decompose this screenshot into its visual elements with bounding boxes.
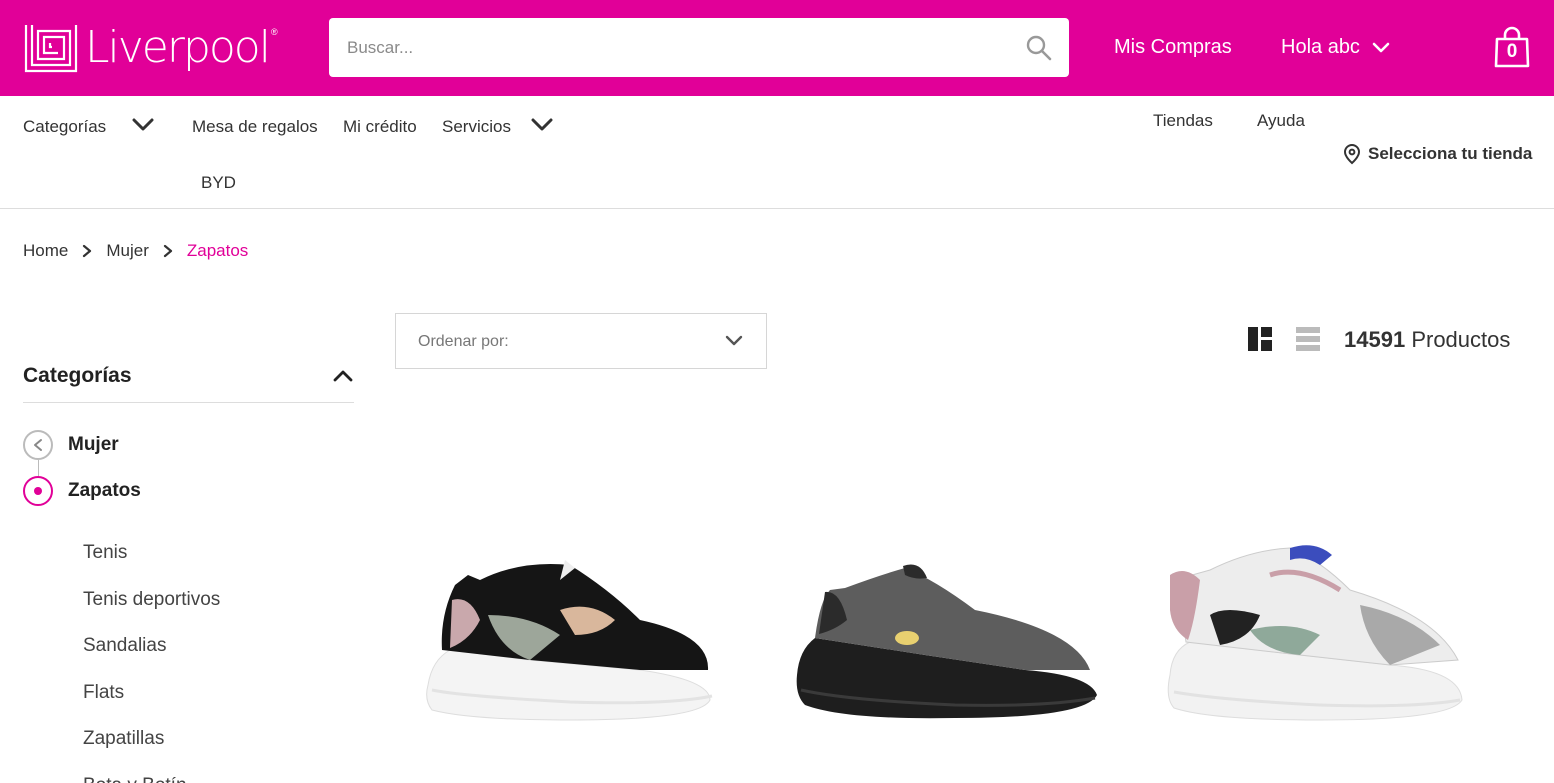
- breadcrumb-mujer[interactable]: Mujer: [106, 241, 149, 261]
- sidebar-item-zapatillas[interactable]: Zapatillas: [83, 726, 220, 773]
- product-count: 14591 Productos: [1344, 327, 1510, 353]
- nav-byd[interactable]: BYD: [201, 173, 236, 193]
- product-card-1[interactable]: [410, 520, 750, 760]
- product-image-sneaker: [426, 560, 713, 721]
- sidebar-item-flats[interactable]: Flats: [83, 680, 220, 727]
- chevron-right-icon: [82, 244, 92, 258]
- top-header: Liverpool ® Mis Compras Hola abc 0: [0, 0, 1554, 96]
- shopping-bag-button[interactable]: 0: [1494, 26, 1530, 70]
- logo-text: Liverpool: [85, 22, 271, 73]
- selected-radio-icon: [23, 476, 53, 506]
- sidebar-current-zapatos: Zapatos: [23, 476, 141, 506]
- chevron-down-icon: [725, 335, 743, 346]
- logo-registered-mark: ®: [270, 27, 278, 37]
- nav-servicios[interactable]: Servicios: [442, 117, 554, 137]
- search-input[interactable]: [329, 18, 1019, 77]
- sidebar-item-sandalias[interactable]: Sandalias: [83, 633, 220, 680]
- list-view-icon[interactable]: [1296, 327, 1320, 351]
- chevron-up-icon[interactable]: [331, 366, 355, 384]
- tree-connector: [38, 460, 39, 476]
- main-nav: Categorías Mesa de regalos Mi crédito Se…: [0, 96, 1554, 209]
- sidebar-current-label: Zapatos: [68, 480, 141, 501]
- breadcrumb: Home Mujer Zapatos: [23, 241, 248, 261]
- back-icon: [23, 430, 53, 460]
- store-selector-label: Selecciona tu tienda: [1368, 144, 1533, 163]
- sidebar-parent-mujer[interactable]: Mujer: [23, 430, 119, 460]
- liverpool-logo-icon: [24, 25, 78, 73]
- nav-tiendas[interactable]: Tiendas: [1153, 111, 1213, 131]
- grid-view-icon[interactable]: [1248, 327, 1272, 351]
- product-count-number: 14591: [1344, 327, 1406, 352]
- product-count-label: Productos: [1411, 327, 1511, 352]
- chevron-down-icon: [132, 118, 154, 131]
- nav-mi-credito[interactable]: Mi crédito: [343, 117, 417, 137]
- nav-mesa-de-regalos[interactable]: Mesa de regalos: [192, 117, 318, 137]
- chevron-right-icon: [163, 244, 173, 258]
- account-greeting: Hola abc: [1281, 36, 1360, 58]
- chevron-down-icon: [531, 118, 553, 131]
- sort-dropdown[interactable]: Ordenar por:: [395, 313, 767, 369]
- nav-categorias[interactable]: Categorías: [23, 117, 155, 137]
- sidebar-item-tenis[interactable]: Tenis: [83, 540, 220, 587]
- product-image-sneaker: [796, 564, 1097, 719]
- cart-count: 0: [1506, 41, 1518, 62]
- chevron-down-icon: [1372, 42, 1390, 52]
- nav-servicios-label: Servicios: [442, 117, 511, 136]
- store-selector[interactable]: Selecciona tu tienda: [1342, 143, 1532, 165]
- search-bar: [329, 18, 1069, 77]
- sidebar-parent-label: Mujer: [68, 434, 119, 455]
- breadcrumb-zapatos: Zapatos: [186, 241, 249, 260]
- mis-compras-link[interactable]: Mis Compras: [1114, 36, 1232, 59]
- sidebar-item-tenis-deportivos[interactable]: Tenis deportivos: [83, 587, 220, 634]
- sidebar-divider: [23, 402, 354, 403]
- product-image-sneaker: [1167, 545, 1463, 721]
- account-menu[interactable]: Hola abc: [1281, 36, 1390, 59]
- sidebar-title: Categorías: [23, 364, 132, 387]
- nav-ayuda[interactable]: Ayuda: [1257, 111, 1305, 131]
- sidebar-subcategory-list: Tenis Tenis deportivos Sandalias Flats Z…: [83, 540, 220, 783]
- product-card-2[interactable]: [785, 520, 1125, 760]
- sort-placeholder: Ordenar por:: [418, 333, 509, 350]
- breadcrumb-home[interactable]: Home: [23, 241, 68, 261]
- nav-categorias-label: Categorías: [23, 117, 107, 136]
- location-pin-icon: [1343, 143, 1361, 165]
- liverpool-logo[interactable]: Liverpool ®: [23, 18, 278, 78]
- sidebar-item-bota-y-botin[interactable]: Bota y Botín: [83, 773, 220, 783]
- search-icon[interactable]: [1025, 34, 1053, 62]
- product-card-3[interactable]: [1150, 520, 1490, 760]
